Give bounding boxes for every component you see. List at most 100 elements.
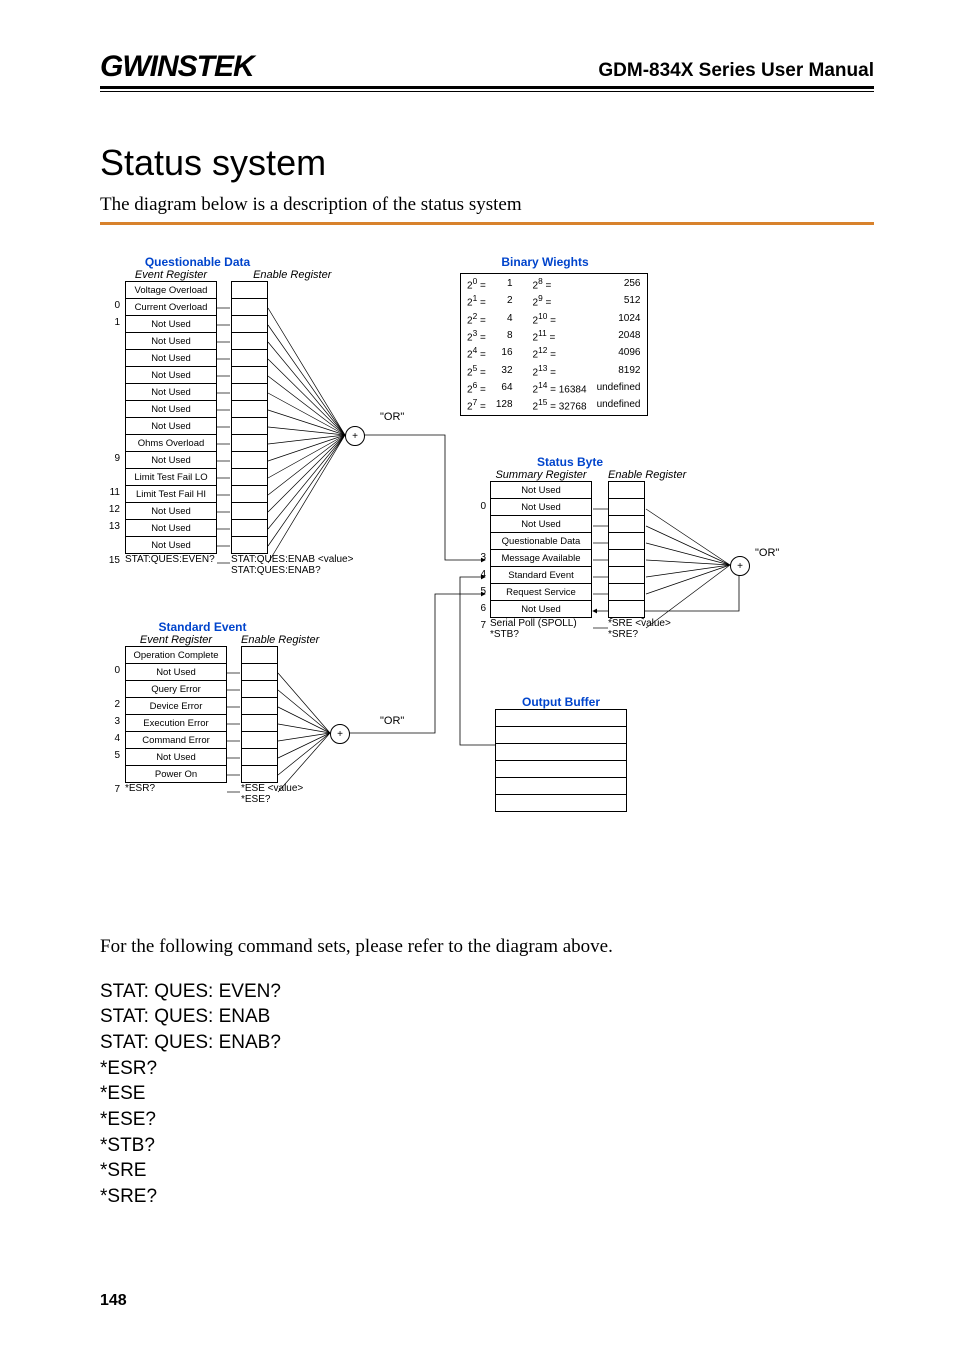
se-bit-label: 3 [106,716,120,727]
qd-bit-label: 11 [106,487,120,498]
sb-row: Message Available [491,550,592,567]
sb-enable-cell [609,601,645,618]
brand-logo: GWINSTEK [100,50,254,84]
sb-or-label: "OR" [755,547,779,559]
qd-row: Not Used [126,367,217,384]
se-enable-cell [242,715,278,732]
sb-enable-cell [609,584,645,601]
qd-enable-cell [232,452,268,469]
qd-row: Current Overload [126,299,217,316]
qd-enable-cell [232,418,268,435]
se-or-label: "OR" [380,715,404,727]
qd-row: Not Used [126,520,217,537]
se-or-node: + [330,724,350,744]
sb-enable-label: Enable Register [608,469,686,481]
qd-enable-cmd1: STAT:QUES:ENAB <value> [231,554,353,565]
bw-row: 27 =128 215 = 32768undefined [463,397,645,412]
page-number: 148 [100,1292,127,1310]
qd-enable-cell [232,503,268,520]
se-enable-cell [242,732,278,749]
qd-enable-cell [232,401,268,418]
sb-summary-label: Summary Register [490,469,592,481]
command-item: *STB? [100,1133,874,1159]
section-heading: Status system [100,142,874,184]
status-byte-block: Status Byte Summary Register Not UsedNot… [490,455,686,640]
sb-event-cmd2: *STB? [490,629,592,640]
manual-title: GDM-834X Series User Manual [598,60,874,82]
sb-bit-label: 6 [472,603,486,614]
sb-bit-label: 4 [472,569,486,580]
output-buffer-block: Output Buffer [495,695,627,812]
qd-row: Not Used [126,384,217,401]
se-enable-cmd1: *ESE <value> [241,783,319,794]
qd-bit-label: 1 [106,317,120,328]
bw-row: 24 =16 212 =4096 [463,345,645,360]
se-bit-label: 2 [106,699,120,710]
sb-enable-cmd1: *SRE <value> [608,618,686,629]
se-enable-cmd2: *ESE? [241,794,319,805]
sb-enable-cell [609,550,645,567]
sb-row: Questionable Data [491,533,592,550]
bw-row: 26 =64 214 = 16384undefined [463,380,645,395]
se-enable-cell [242,681,278,698]
qd-enable-cmd2: STAT:QUES:ENAB? [231,565,353,576]
qd-bit-label: 9 [106,453,120,464]
binary-weights-block: Binary Wieghts [460,255,630,269]
qd-row: Not Used [126,503,217,520]
page-header: GWINSTEK GDM-834X Series User Manual [100,50,874,89]
se-row: Not Used [126,749,227,766]
se-enable-cell [242,647,278,664]
qd-enable-cell [232,486,268,503]
se-bit-label: 5 [106,750,120,761]
output-buffer-box [495,709,627,812]
sb-row: Not Used [491,482,592,499]
qd-or-node: + [345,426,365,446]
sb-bit-label: 5 [472,586,486,597]
bw-row: 25 =32 213 =8192 [463,363,645,378]
se-enable-label: Enable Register [241,634,319,646]
sb-event-cmd1: Serial Poll (SPOLL) [490,618,592,629]
qd-bit-label: 0 [106,300,120,311]
status-system-diagram: Questionable Data Event Register Voltage… [90,255,860,895]
se-event-register: Operation CompleteNot UsedQuery ErrorDev… [125,646,227,783]
qd-enable-cell [232,350,268,367]
qd-enable-cell [232,299,268,316]
qd-bit-label: 13 [106,521,120,532]
qd-title: Questionable Data [125,255,270,269]
sb-or-node: + [730,556,750,576]
sb-bit-label: 3 [472,552,486,563]
questionable-data-block: Questionable Data Event Register Voltage… [125,255,353,576]
sb-enable-cell [609,516,645,533]
bw-row: 23 =8 211 =2048 [463,328,645,343]
qd-event-cmd: STAT:QUES:EVEN? [125,554,217,565]
se-event-cmd: *ESR? [125,783,227,794]
qd-bit-label: 15 [106,555,120,566]
command-item: *ESR? [100,1056,874,1082]
command-item: STAT: QUES: EVEN? [100,979,874,1005]
se-event-label: Event Register [125,634,227,646]
se-enable-cell [242,664,278,681]
sb-summary-register: Not UsedNot UsedNot UsedQuestionable Dat… [490,481,592,618]
section-rule [100,222,874,225]
qd-row: Not Used [126,333,217,350]
qd-row: Not Used [126,452,217,469]
qd-or-label: "OR" [380,411,404,423]
qd-enable-cell [232,520,268,537]
qd-enable-cell [232,435,268,452]
qd-enable-register [231,281,268,554]
command-list: STAT: QUES: EVEN?STAT: QUES: ENABSTAT: Q… [100,979,874,1210]
se-enable-cell [242,698,278,715]
qd-row: Not Used [126,401,217,418]
se-row: Not Used [126,664,227,681]
sb-enable-cell [609,499,645,516]
se-enable-register [241,646,278,783]
sb-row: Request Service [491,584,592,601]
bw-row: 21 =2 29 =512 [463,293,645,308]
sb-bit-label: 0 [472,501,486,512]
command-item: *SRE? [100,1184,874,1210]
qd-row: Not Used [126,418,217,435]
sb-title: Status Byte [490,455,650,469]
qd-enable-cell [232,333,268,350]
se-bit-label: 4 [106,733,120,744]
qd-bit-label: 12 [106,504,120,515]
